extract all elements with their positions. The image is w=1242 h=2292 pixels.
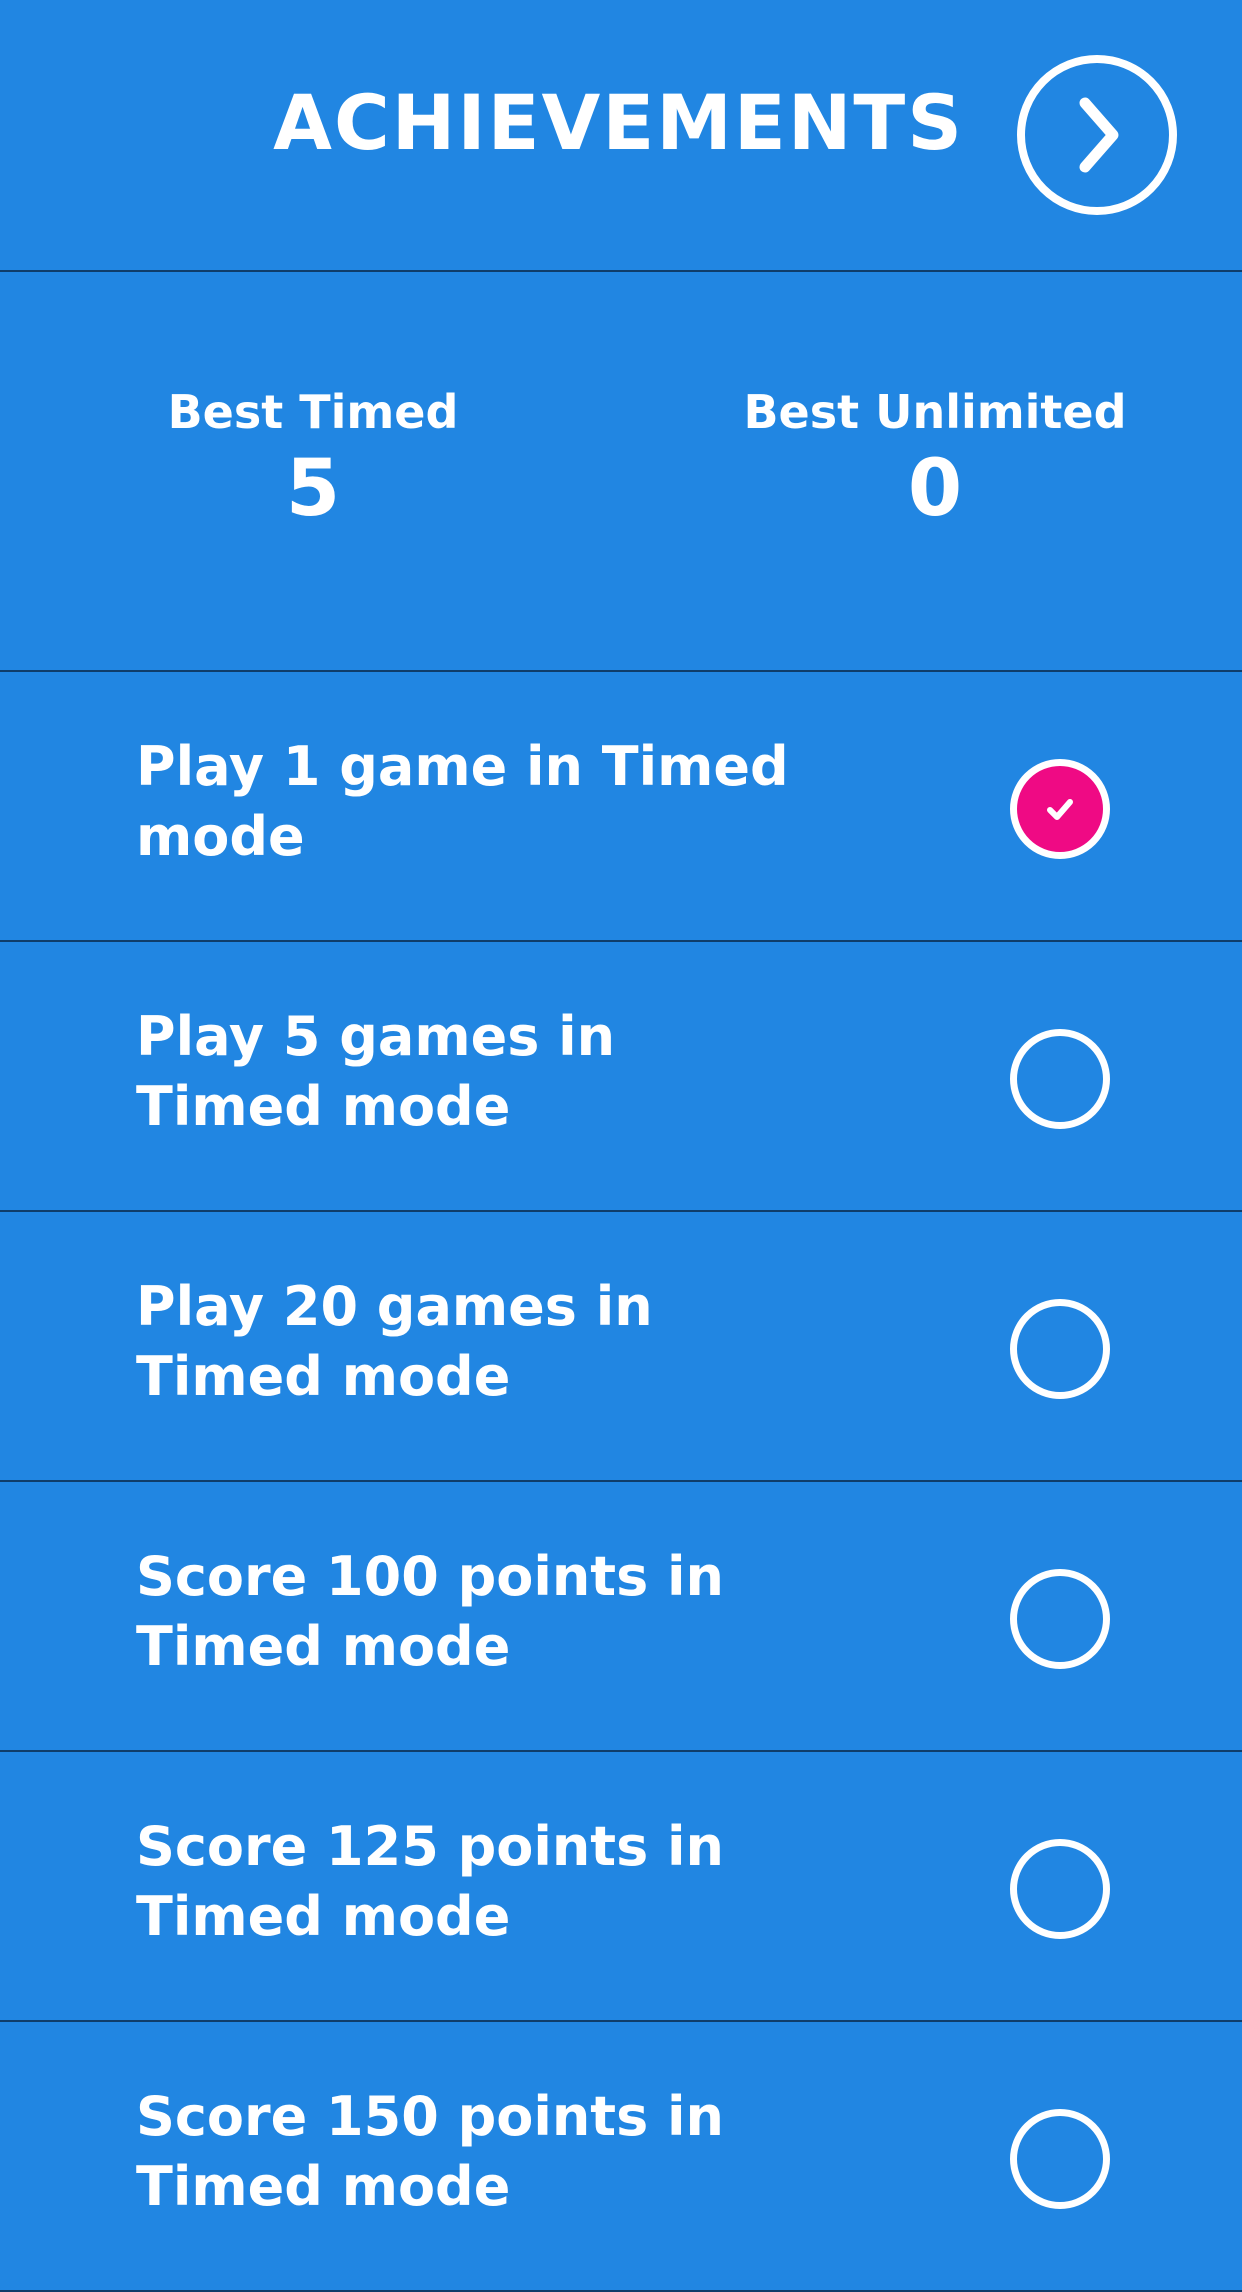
achievements-screen: ACHIEVEMENTS Best Timed 5 Best Unlimited…: [0, 0, 1242, 2292]
best-unlimited-stat: Best Unlimited 0: [725, 384, 1145, 534]
achievement-label: Score 150 points in Timed mode: [136, 2085, 724, 2218]
achievement-checked-icon: [1010, 759, 1110, 859]
achievement-label: Score 125 points in Timed mode: [136, 1815, 724, 1948]
achievement-unchecked-icon: [1010, 1299, 1110, 1399]
page-title: ACHIEVEMENTS: [273, 78, 964, 167]
best-timed-value: 5: [285, 444, 341, 534]
achievement-row: Score 150 points in Timed mode: [0, 2022, 1242, 2292]
achievement-row: Score 100 points in Timed mode: [0, 1482, 1242, 1752]
next-button[interactable]: [1017, 55, 1177, 215]
achievement-unchecked-icon: [1010, 1839, 1110, 1939]
achievement-label: Score 100 points in Timed mode: [136, 1545, 724, 1678]
achievement-unchecked-icon: [1010, 1569, 1110, 1669]
achievement-row: Score 125 points in Timed mode: [0, 1752, 1242, 2022]
checkmark-icon: [1047, 799, 1073, 820]
best-unlimited-value: 0: [907, 444, 963, 534]
header: ACHIEVEMENTS: [0, 0, 1242, 272]
achievement-unchecked-icon: [1010, 2109, 1110, 2209]
achievement-row: Play 20 games in Timed mode: [0, 1212, 1242, 1482]
achievement-row: Play 5 games in Timed mode: [0, 942, 1242, 1212]
achievement-list: Play 1 game in Timed mode Play 5 games i…: [0, 672, 1242, 2292]
stats-panel: Best Timed 5 Best Unlimited 0: [0, 272, 1242, 672]
best-timed-label: Best Timed: [167, 385, 459, 439]
achievement-label: Play 1 game in Timed mode: [136, 735, 789, 868]
chevron-right-icon: [1079, 97, 1119, 173]
achievement-label: Play 20 games in Timed mode: [136, 1275, 653, 1408]
best-timed-stat: Best Timed 5: [103, 384, 523, 534]
best-unlimited-label: Best Unlimited: [743, 385, 1127, 439]
achievement-unchecked-icon: [1010, 1029, 1110, 1129]
achievement-label: Play 5 games in Timed mode: [136, 1005, 616, 1138]
achievement-row: Play 1 game in Timed mode: [0, 672, 1242, 942]
